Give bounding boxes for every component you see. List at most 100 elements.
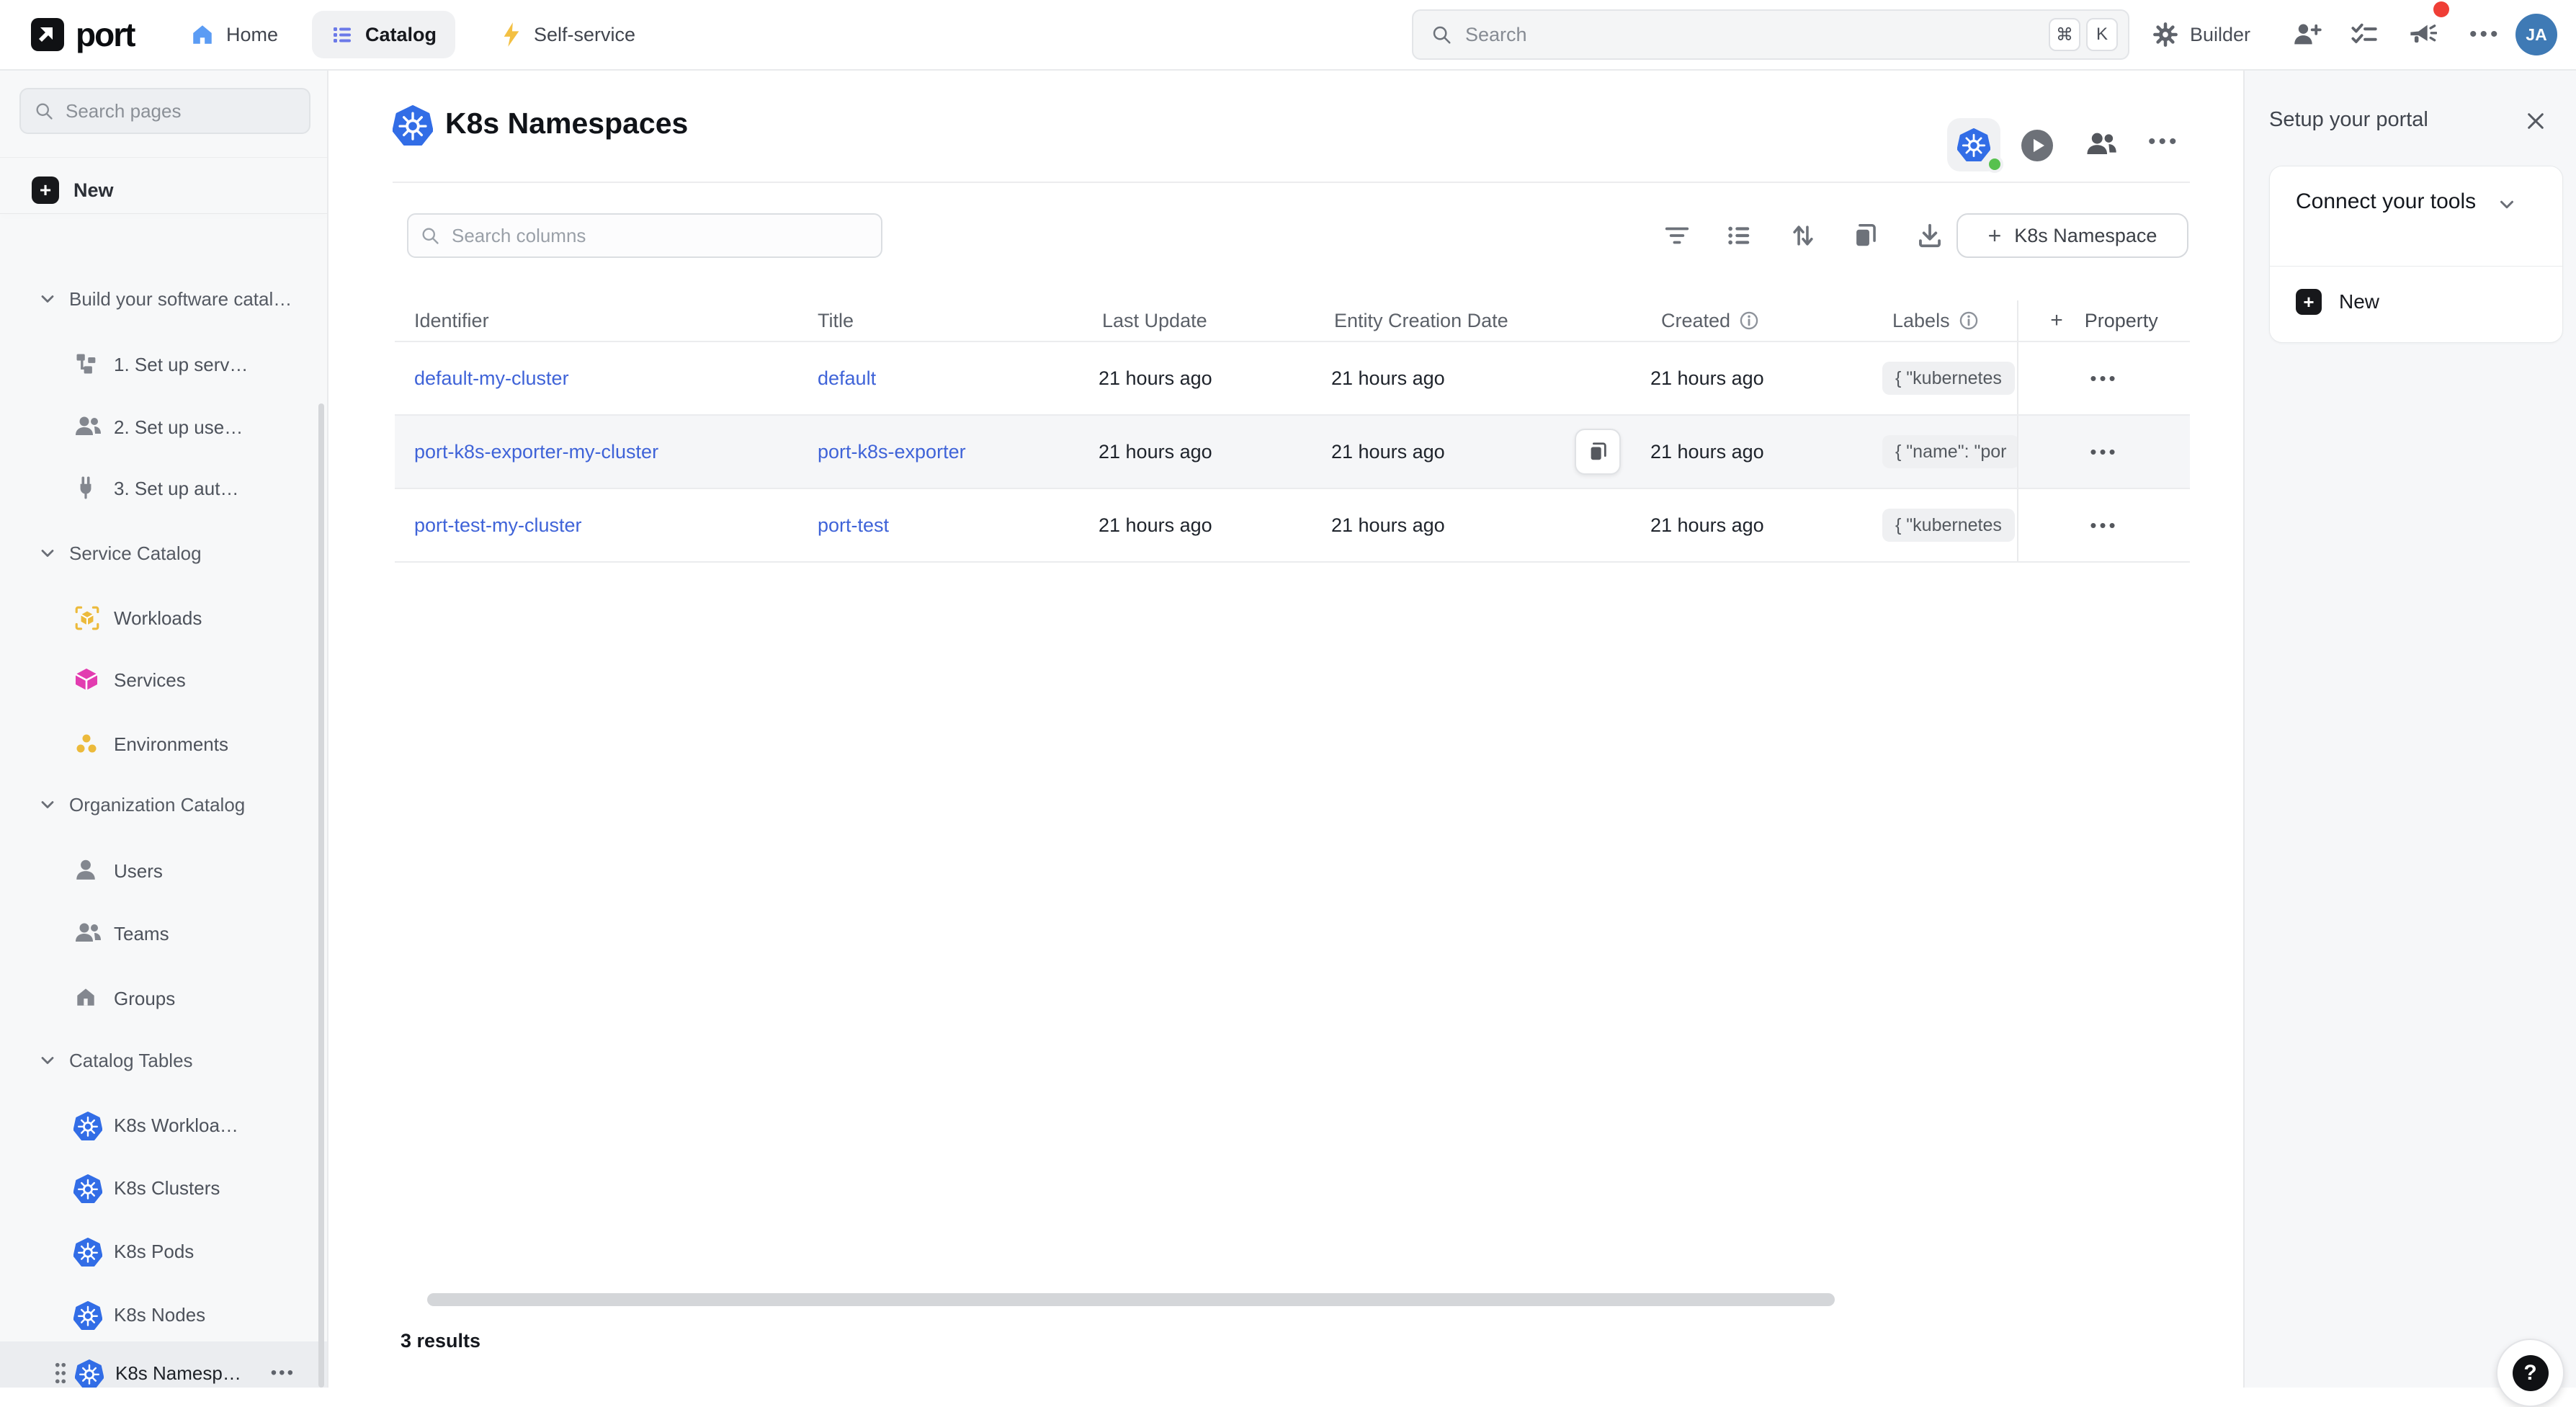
kubernetes-icon [73,1112,101,1139]
sidebar-divider [0,157,328,158]
port-logo[interactable]: port [31,0,134,69]
row-menu-button[interactable]: ••• [2090,369,2118,388]
blueprint-badge[interactable] [1947,118,2000,171]
tasks-button[interactable] [2351,0,2378,69]
setup-portal-panel: Setup your portal Connect your tools + N… [2243,69,2576,1388]
audience-icon[interactable] [2085,130,2116,161]
download-icon[interactable] [1916,222,1944,249]
builder-button[interactable]: Builder [2152,0,2250,69]
sidebar-item-workloads[interactable]: Workloads [0,586,328,650]
sidebar-item-k8s-namespaces-active[interactable]: K8s Namesp… ••• [0,1341,328,1388]
search-columns[interactable] [407,213,882,258]
search-columns-input[interactable] [450,224,869,248]
sidebar-group-catalog-tables[interactable]: Catalog Tables [0,1029,328,1092]
row-actions-cell: ••• [2017,416,2190,488]
sidebar-item-label: K8s Workloa… [114,1115,238,1137]
table-row[interactable]: default-my-cluster default 21 hours ago … [395,341,2190,414]
identifier-link[interactable]: default-my-cluster [414,367,569,390]
copy-value-button[interactable] [1575,429,1621,475]
nav-home[interactable]: Home [190,0,278,69]
sidebar-item-label: Users [114,860,163,883]
sidebar-item-setup-services[interactable]: 1. Set up serv… [0,333,328,396]
sidebar-item-users[interactable]: Users [0,839,328,903]
column-header-created[interactable]: Created [1661,300,1759,341]
table-row[interactable]: port-test-my-cluster port-test 21 hours … [395,488,2190,563]
entity-creation-date-cell: 21 hours ago [1331,489,1445,561]
identifier-link[interactable]: port-k8s-exporter-my-cluster [414,441,658,463]
title-link[interactable]: port-k8s-exporter [818,441,966,463]
info-icon [1739,311,1759,331]
kubernetes-icon [75,1359,102,1387]
table-row[interactable]: port-k8s-exporter-my-cluster port-k8s-ex… [395,414,2190,488]
invite-users-button[interactable] [2293,0,2322,69]
help-button[interactable]: ? [2496,1339,2564,1407]
panel-new-button[interactable]: + New [2296,289,2379,315]
row-menu-button[interactable]: ••• [2090,516,2118,535]
nav-catalog-chip: Catalog [312,11,455,58]
sidebar-new-button[interactable]: + New [0,167,328,213]
column-header-identifier[interactable]: Identifier [414,300,489,341]
created-cell: 21 hours ago [1650,489,1764,561]
nav-catalog[interactable]: Catalog [312,0,455,69]
main-content: K8s Namespaces ••• + K8s Namespace Ident… [328,69,2243,1388]
announcements-button[interactable] [2408,0,2437,69]
identifier-link[interactable]: port-test-my-cluster [414,514,582,537]
kubernetes-icon [73,1174,101,1202]
sidebar-item-environments[interactable]: Environments [0,713,328,776]
sidebar-item-k8s-clusters[interactable]: K8s Clusters [0,1156,328,1220]
last-update-cell: 21 hours ago [1099,342,1212,414]
labels-chip[interactable]: { "kubernetes [1882,362,2015,395]
global-search[interactable]: ⌘ K [1412,9,2129,60]
group-by-icon[interactable] [1725,222,1753,249]
sidebar-item-groups[interactable]: Groups [0,967,328,1030]
title-link[interactable]: port-test [818,514,889,537]
sidebar-item-k8s-nodes[interactable]: K8s Nodes [0,1283,328,1346]
sidebar-item-k8s-pods[interactable]: K8s Pods [0,1220,328,1283]
sidebar-search-input[interactable] [64,99,296,123]
sidebar-item-setup-automations[interactable]: 3. Set up aut… [0,457,328,520]
people-icon [73,920,101,947]
sidebar-item-services[interactable]: Services [0,648,328,712]
sidebar-scrollbar[interactable] [318,403,324,1388]
panel-title: Setup your portal [2269,108,2428,132]
plus-icon: + [2296,289,2322,315]
sidebar-search[interactable] [19,88,310,134]
user-avatar[interactable]: JA [2515,0,2557,69]
drag-handle-icon[interactable] [52,1361,69,1385]
close-icon[interactable] [2524,110,2547,133]
row-menu-button[interactable]: ••• [2090,442,2118,461]
topbar-more-button[interactable]: ••• [2469,0,2501,69]
page-more-button[interactable]: ••• [2148,131,2180,153]
copy-icon [1587,441,1609,463]
global-search-input[interactable] [1464,23,2043,47]
column-header-entity-creation-date[interactable]: Entity Creation Date [1334,300,1508,341]
sidebar-item-k8s-workloads[interactable]: K8s Workloa… [0,1094,328,1157]
labels-chip[interactable]: { "kubernetes [1882,509,2015,542]
sidebar-item-setup-users[interactable]: 2. Set up use… [0,396,328,459]
sidebar-group-service-catalog[interactable]: Service Catalog [0,522,328,585]
chevron-down-icon[interactable] [2496,194,2518,215]
column-header-labels[interactable]: Labels [1892,300,1979,341]
nav-self-service[interactable]: Self-service [501,0,635,69]
catalog-icon [331,23,354,46]
title-link[interactable]: default [818,367,876,390]
plus-icon: + [1988,224,2002,247]
sort-icon[interactable] [1789,222,1817,249]
add-property-button[interactable]: + Property [2017,300,2190,341]
sidebar-group-organization-catalog[interactable]: Organization Catalog [0,773,328,836]
sidebar-item-menu[interactable]: ••• [271,1363,295,1383]
column-header-title[interactable]: Title [818,300,854,341]
last-update-cell: 21 hours ago [1099,489,1212,561]
person-icon [73,857,101,885]
run-action-button[interactable] [2021,130,2053,161]
sidebar-item-teams[interactable]: Teams [0,902,328,965]
labels-chip[interactable]: { "name": "por [1882,435,2019,468]
connect-tools-title[interactable]: Connect your tools [2296,189,2476,214]
add-entity-button[interactable]: + K8s Namespace [1956,213,2188,258]
results-count: 3 results [401,1330,480,1352]
column-header-last-update[interactable]: Last Update [1102,300,1207,341]
horizontal-scrollbar[interactable] [427,1293,1835,1306]
filter-icon[interactable] [1663,222,1691,249]
copy-icon[interactable] [1851,222,1879,249]
sidebar-group-build-catalog[interactable]: Build your software catal… [0,267,328,331]
